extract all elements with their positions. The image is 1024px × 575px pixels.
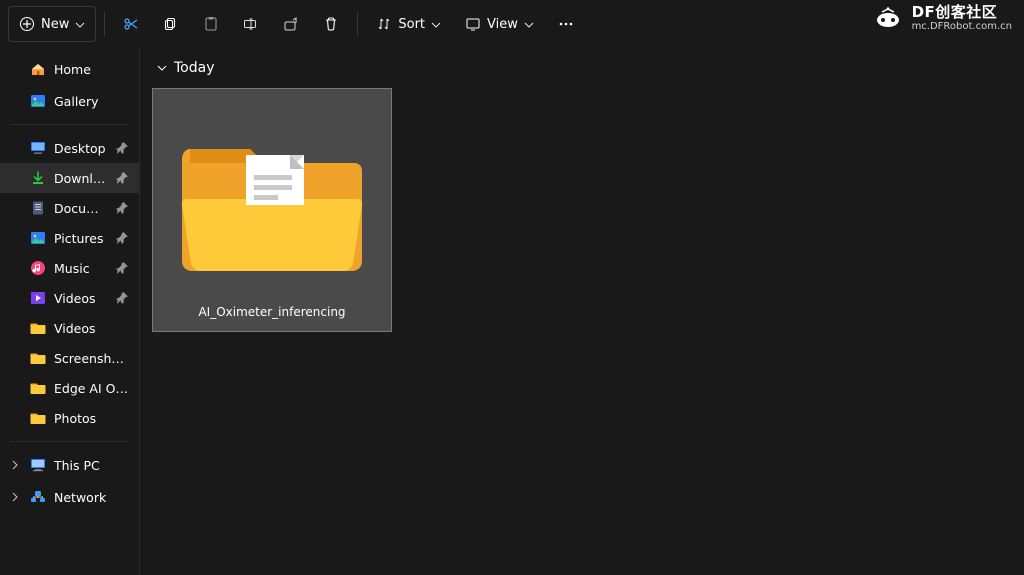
scissors-icon bbox=[123, 16, 139, 32]
rename-button[interactable] bbox=[233, 6, 269, 42]
sort-icon bbox=[376, 16, 392, 32]
sidebar-item-gallery[interactable]: Gallery bbox=[0, 86, 139, 116]
sidebar-item-label: Network bbox=[54, 490, 129, 505]
watermark: DF创客社区 mc.DFRobot.com.cn bbox=[872, 4, 1012, 32]
sidebar: Home Gallery Desktop Downloads Documents Pi… bbox=[0, 48, 140, 575]
watermark-line1: DF创客社区 bbox=[912, 4, 1012, 21]
expand-icon[interactable] bbox=[8, 492, 22, 502]
network-icon bbox=[30, 489, 46, 505]
new-button[interactable]: New bbox=[8, 6, 96, 42]
sidebar-item-label: Desktop bbox=[54, 141, 107, 156]
robot-icon bbox=[872, 6, 904, 30]
document-icon bbox=[30, 200, 46, 216]
gallery-icon bbox=[30, 93, 46, 109]
sidebar-item-label: Videos bbox=[54, 291, 107, 306]
sidebar-item-label: Pictures bbox=[54, 231, 107, 246]
pin-icon bbox=[115, 141, 129, 155]
share-button[interactable] bbox=[273, 6, 309, 42]
sidebar-item-pictures[interactable]: Pictures bbox=[0, 223, 139, 253]
delete-button[interactable] bbox=[313, 6, 349, 42]
folder-icon bbox=[30, 410, 46, 426]
paste-button[interactable] bbox=[193, 6, 229, 42]
pin-icon bbox=[115, 291, 129, 305]
sidebar-item-label: Documents bbox=[54, 201, 107, 216]
more-icon bbox=[558, 16, 574, 32]
toolbar-separator bbox=[104, 12, 105, 36]
sidebar-item-thispc[interactable]: This PC bbox=[0, 450, 139, 480]
sidebar-item-music[interactable]: Music bbox=[0, 253, 139, 283]
sidebar-item-videos[interactable]: Videos bbox=[0, 283, 139, 313]
copy-button[interactable] bbox=[153, 6, 189, 42]
new-button-label: New bbox=[41, 17, 69, 32]
sidebar-item-label: This PC bbox=[54, 458, 129, 473]
cut-button[interactable] bbox=[113, 6, 149, 42]
desktop-icon bbox=[30, 140, 46, 156]
chevron-down-icon bbox=[156, 62, 168, 74]
chevron-down-icon bbox=[75, 19, 85, 29]
sidebar-separator bbox=[10, 124, 129, 125]
sidebar-item-videos2[interactable]: Videos bbox=[0, 313, 139, 343]
clipboard-icon bbox=[203, 16, 219, 32]
picture-icon bbox=[30, 230, 46, 246]
sort-menu-label: Sort bbox=[398, 17, 425, 32]
trash-icon bbox=[323, 16, 339, 32]
share-icon bbox=[283, 16, 299, 32]
watermark-line2: mc.DFRobot.com.cn bbox=[912, 21, 1012, 32]
view-icon bbox=[465, 16, 481, 32]
rename-icon bbox=[243, 16, 259, 32]
sidebar-item-photos[interactable]: Photos bbox=[0, 403, 139, 433]
toolbar: New Sort bbox=[0, 0, 1024, 48]
folder-item-label: AI_Oximeter_inferencing bbox=[198, 297, 345, 319]
main-area: Home Gallery Desktop Downloads Documents Pi… bbox=[0, 48, 1024, 575]
view-menu-button[interactable]: View bbox=[455, 6, 544, 42]
toolbar-separator bbox=[357, 12, 358, 36]
sidebar-item-label: Music bbox=[54, 261, 107, 276]
sidebar-item-label: Home bbox=[54, 62, 129, 77]
folder-documents-icon bbox=[172, 101, 372, 297]
sidebar-item-label: Downloads bbox=[54, 171, 107, 186]
sidebar-item-network[interactable]: Network bbox=[0, 482, 139, 512]
item-grid: AI_Oximeter_inferencing bbox=[152, 88, 1012, 332]
sidebar-item-label: Gallery bbox=[54, 94, 129, 109]
content-pane: Today AI_Oximeter bbox=[140, 48, 1024, 575]
copy-icon bbox=[163, 16, 179, 32]
pin-icon bbox=[115, 171, 129, 185]
sidebar-item-home[interactable]: Home bbox=[0, 54, 139, 84]
sidebar-item-label: Edge AI Oxymeter bbox=[54, 381, 129, 396]
pin-icon bbox=[115, 261, 129, 275]
folder-item[interactable]: AI_Oximeter_inferencing bbox=[152, 88, 392, 332]
home-icon bbox=[30, 61, 46, 77]
view-menu-label: View bbox=[487, 17, 518, 32]
sidebar-item-downloads[interactable]: Downloads bbox=[0, 163, 139, 193]
sidebar-item-screens[interactable]: Screenshots bbox=[0, 343, 139, 373]
sidebar-item-documents[interactable]: Documents bbox=[0, 193, 139, 223]
pin-icon bbox=[115, 201, 129, 215]
chevron-down-icon bbox=[524, 19, 534, 29]
folder-icon bbox=[30, 320, 46, 336]
music-icon bbox=[30, 260, 46, 276]
sidebar-separator bbox=[10, 441, 129, 442]
folder-icon bbox=[30, 380, 46, 396]
download-icon bbox=[30, 170, 46, 186]
expand-icon[interactable] bbox=[8, 460, 22, 470]
sidebar-item-label: Videos bbox=[54, 321, 129, 336]
plus-icon bbox=[19, 16, 35, 32]
pc-icon bbox=[30, 457, 46, 473]
sidebar-item-label: Photos bbox=[54, 411, 129, 426]
sort-menu-button[interactable]: Sort bbox=[366, 6, 451, 42]
pin-icon bbox=[115, 231, 129, 245]
sidebar-item-desktop[interactable]: Desktop bbox=[0, 133, 139, 163]
folder-icon bbox=[30, 350, 46, 366]
video-icon bbox=[30, 290, 46, 306]
chevron-down-icon bbox=[431, 19, 441, 29]
group-title: Today bbox=[174, 60, 215, 76]
group-header-today[interactable]: Today bbox=[152, 56, 219, 80]
sidebar-item-label: Screenshots bbox=[54, 351, 129, 366]
more-button[interactable] bbox=[548, 6, 584, 42]
sidebar-item-edgeai[interactable]: Edge AI Oxymeter bbox=[0, 373, 139, 403]
